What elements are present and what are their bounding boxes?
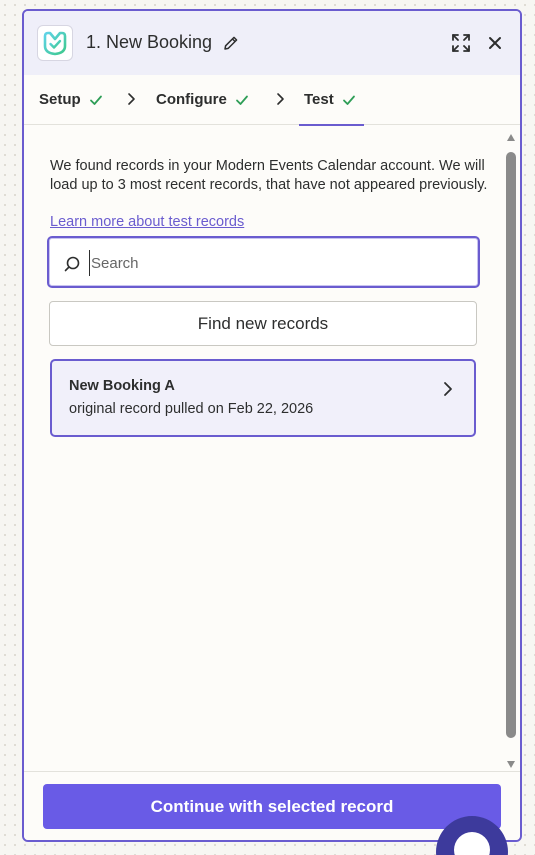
tab-test[interactable]: Test	[299, 75, 364, 126]
record-title: New Booking A	[69, 378, 175, 394]
find-new-records-button[interactable]: Find new records	[49, 301, 477, 346]
continue-button[interactable]: Continue with selected record	[43, 784, 501, 829]
step-title: 1. New Booking	[86, 32, 213, 52]
scroll-down-arrow-icon[interactable]	[506, 760, 516, 770]
chevron-right-icon	[277, 93, 284, 105]
scroll-up-arrow-icon[interactable]	[506, 132, 516, 142]
search-input[interactable]	[89, 250, 469, 276]
check-icon	[235, 95, 248, 105]
modern-events-calendar-logo-icon	[43, 31, 67, 56]
panel-header: 1. New Booking	[24, 11, 520, 75]
expand-icon[interactable]	[451, 33, 471, 53]
tab-setup-label: Setup	[39, 91, 81, 108]
record-subtitle: original record pulled on Feb 22, 2026	[69, 401, 314, 417]
close-icon[interactable]	[486, 34, 504, 52]
chevron-right-icon	[444, 382, 452, 396]
step-tabs: Setup Configure Test	[24, 75, 520, 126]
chevron-right-icon	[128, 93, 135, 105]
check-icon	[342, 95, 355, 105]
pencil-icon[interactable]	[222, 34, 240, 52]
tab-configure-label: Configure	[156, 91, 227, 108]
step-panel: 1. New Booking Setup Configure Test We f…	[22, 9, 522, 842]
scrollbar-thumb[interactable]	[506, 152, 516, 738]
learn-more-link[interactable]: Learn more about test records	[50, 214, 244, 230]
chat-icon	[454, 832, 490, 855]
tab-test-label: Test	[304, 91, 334, 108]
check-icon	[89, 95, 102, 105]
scrollbar[interactable]	[504, 130, 518, 770]
search-box[interactable]	[47, 236, 480, 288]
tab-configure[interactable]: Configure	[156, 75, 249, 124]
app-logo	[37, 25, 73, 61]
intro-text: We found records in your Modern Events C…	[50, 158, 488, 193]
tab-setup[interactable]: Setup	[39, 75, 103, 124]
test-content: We found records in your Modern Events C…	[24, 126, 520, 772]
search-icon	[64, 256, 80, 272]
record-item[interactable]: New Booking A original record pulled on …	[50, 359, 476, 437]
